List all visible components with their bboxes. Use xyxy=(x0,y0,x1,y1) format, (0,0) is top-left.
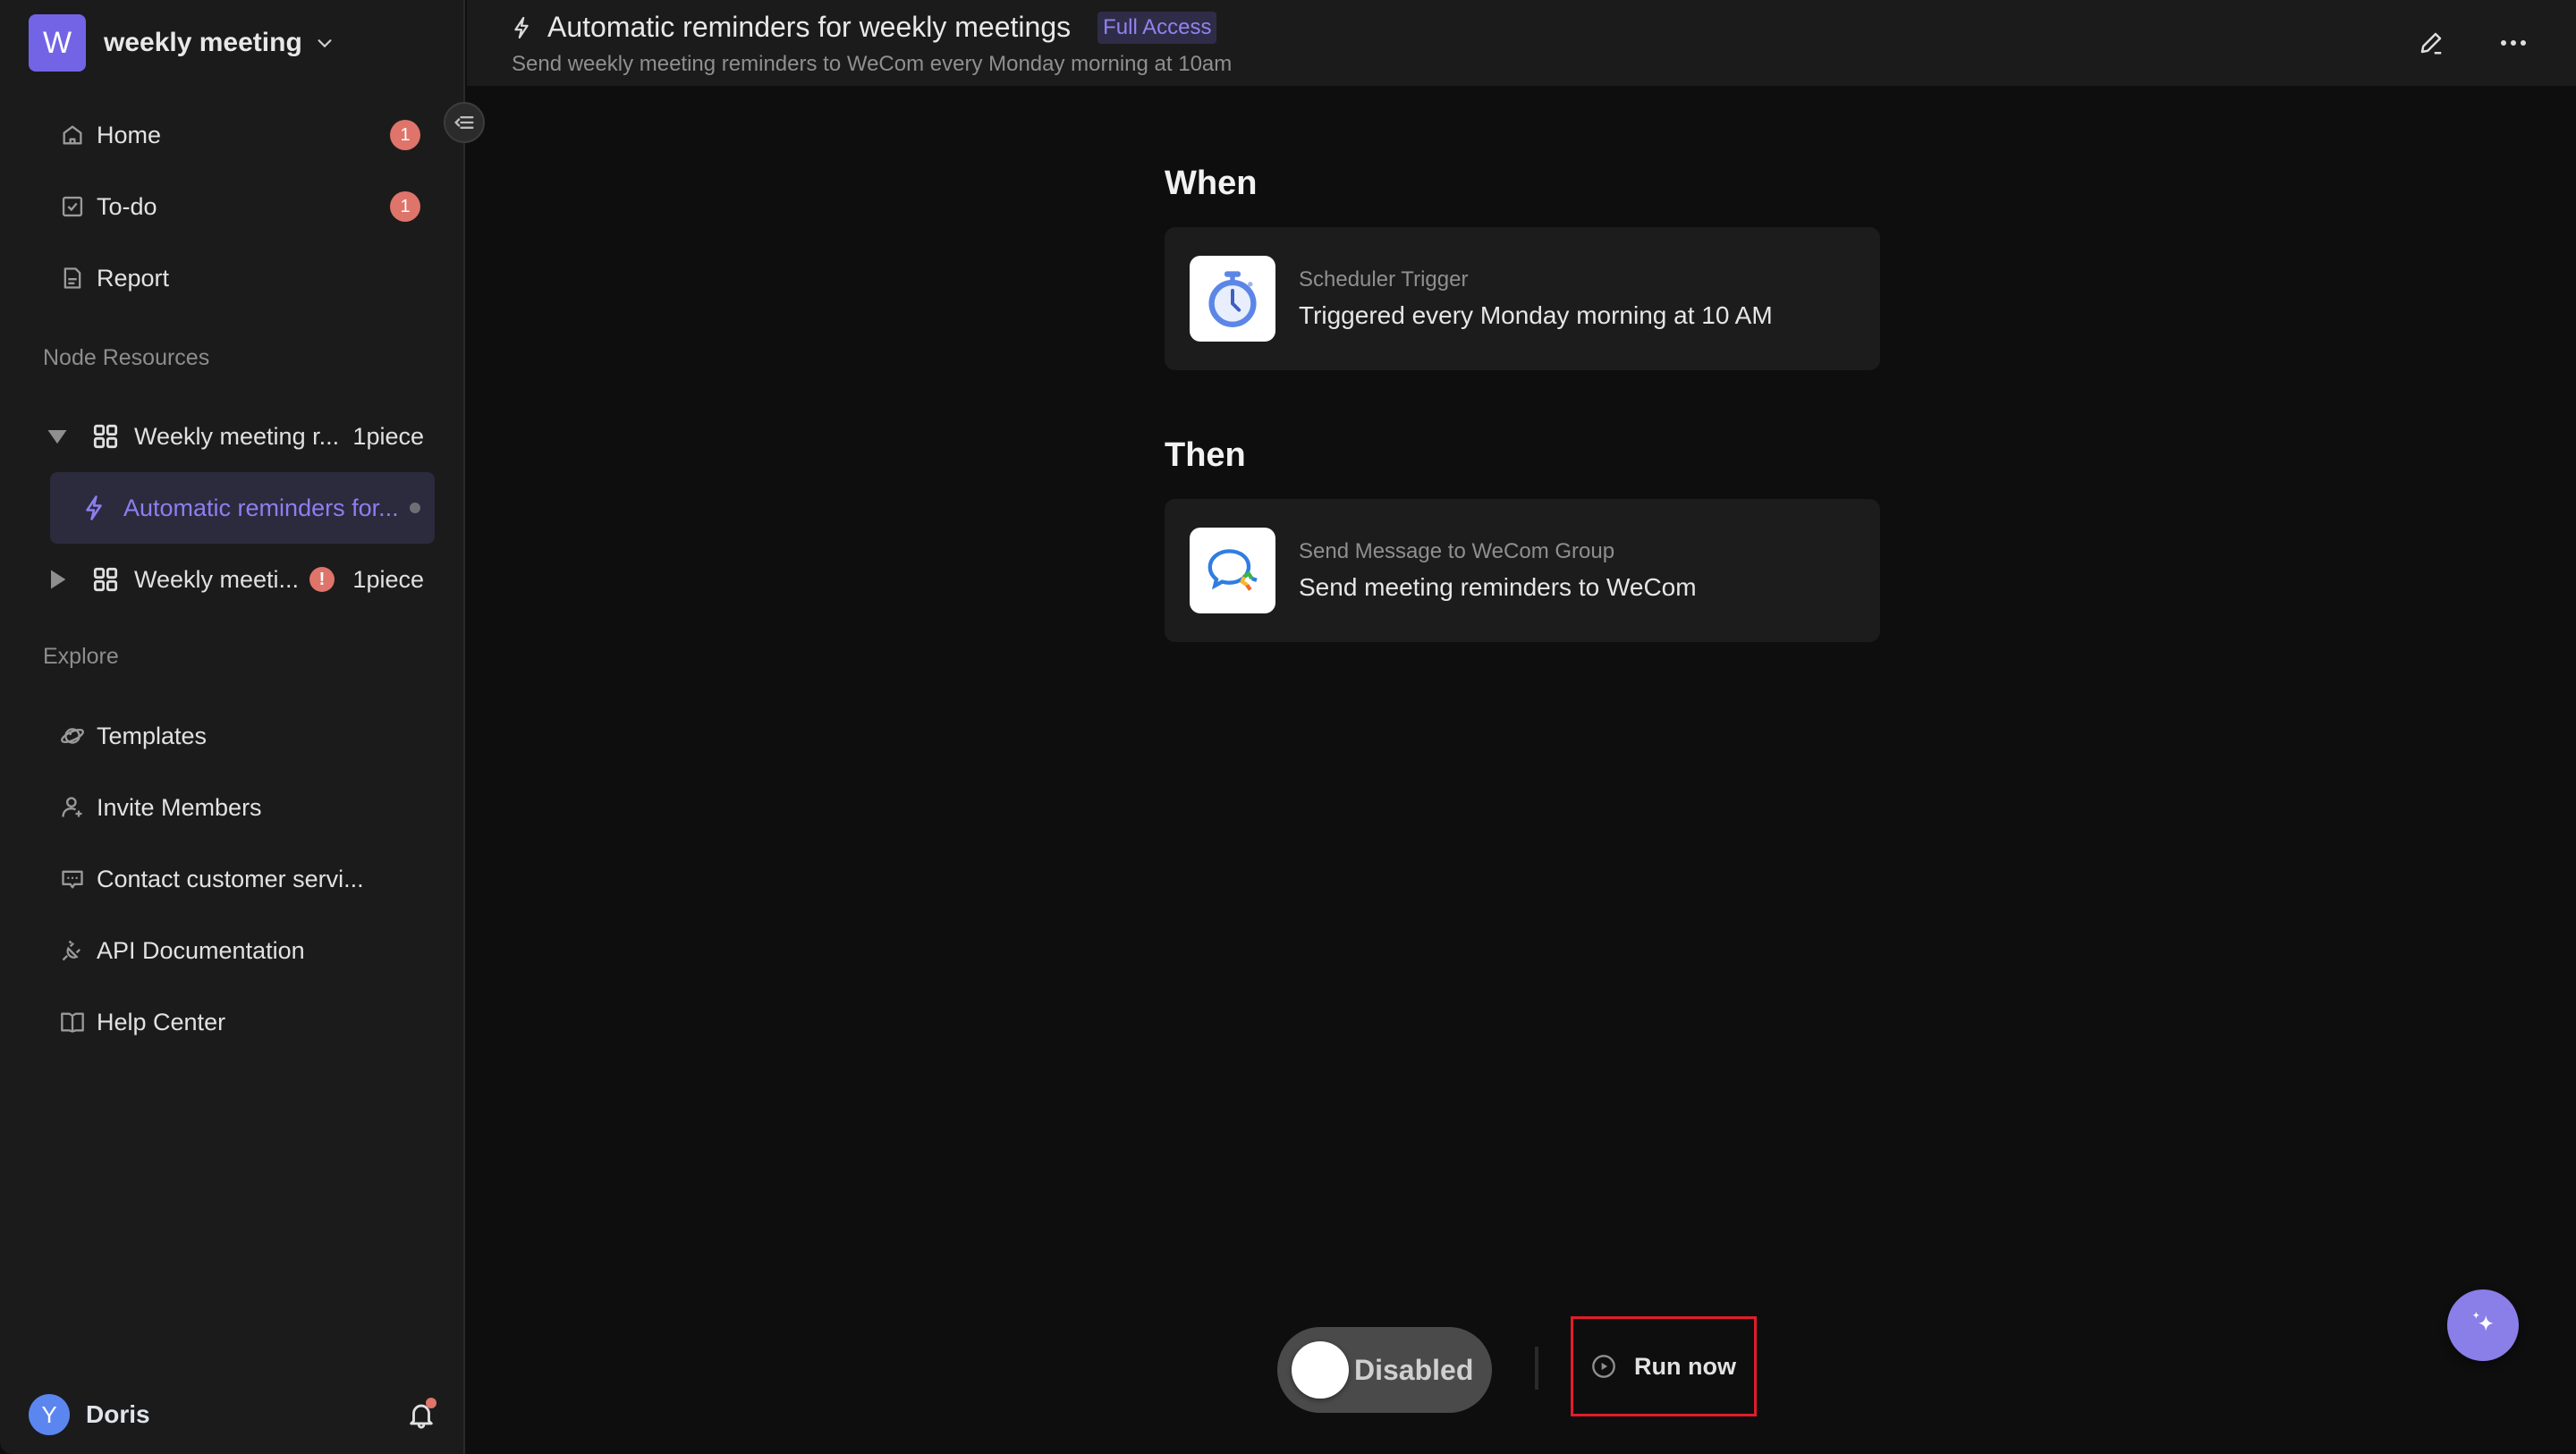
caret-right-icon[interactable] xyxy=(45,567,70,592)
grid-icon xyxy=(93,424,118,449)
run-now-label: Run now xyxy=(1634,1352,1736,1380)
warning-icon: ! xyxy=(309,567,335,592)
folder-label: Weekly meeti... xyxy=(134,565,300,593)
workspace-logo: W xyxy=(29,14,86,72)
sidebar-item-contact-support[interactable]: Contact customer servi... xyxy=(43,852,436,906)
book-icon xyxy=(57,1007,88,1037)
toggle-label: Disabled xyxy=(1354,1353,1474,1386)
tree-item-label: Automatic reminders for... xyxy=(123,494,399,521)
page-subtitle: Send weekly meeting reminders to WeCom e… xyxy=(512,52,1233,76)
sidebar-item-home[interactable]: Home 1 xyxy=(43,108,436,162)
unread-badge: 1 xyxy=(390,120,420,150)
sidebar-item-todo[interactable]: To-do 1 xyxy=(43,180,436,233)
collapse-sidebar-icon xyxy=(454,116,474,129)
bolt-icon xyxy=(86,495,102,520)
page-header: Automatic reminders for weekly meetings … xyxy=(467,0,2576,86)
pencil-icon xyxy=(2420,32,2442,55)
user-plus-icon xyxy=(57,792,88,823)
caret-down-icon[interactable] xyxy=(45,424,70,449)
sidebar-item-label: Invite Members xyxy=(97,793,262,821)
action-type: Send Message to WeCom Group xyxy=(1299,539,1615,563)
unread-badge: 1 xyxy=(390,191,420,222)
sidebar-item-report[interactable]: Report xyxy=(43,251,436,305)
sidebar-item-label: Report xyxy=(97,264,170,292)
sidebar-item-help-center[interactable]: Help Center xyxy=(43,995,436,1049)
notification-dot xyxy=(426,1398,436,1408)
user-name: Doris xyxy=(86,1400,150,1428)
access-badge: Full Access xyxy=(1097,11,1217,44)
sidebar: W weekly meeting Home 1 To-do 1 Report N… xyxy=(0,0,465,1454)
sidebar-item-label: Help Center xyxy=(97,1008,226,1036)
action-description: Send meeting reminders to WeCom xyxy=(1299,573,1697,601)
sidebar-item-templates[interactable]: Templates xyxy=(43,709,436,763)
grid-icon xyxy=(93,567,118,592)
stopwatch-icon xyxy=(1190,256,1275,342)
chevron-down-icon xyxy=(318,39,332,48)
status-dot xyxy=(410,503,420,513)
then-heading: Then xyxy=(1165,436,1246,474)
item-count: 1piece xyxy=(352,422,424,450)
sidebar-item-label: Home xyxy=(97,121,162,148)
edit-button[interactable] xyxy=(2413,25,2449,61)
planet-icon xyxy=(57,721,88,751)
divider xyxy=(1535,1347,1538,1390)
sidebar-item-label: API Documentation xyxy=(97,936,305,964)
action-card[interactable]: Send Message to WeCom Group Send meeting… xyxy=(1165,499,1880,642)
more-icon xyxy=(2501,40,2526,46)
trigger-type: Scheduler Trigger xyxy=(1299,267,1469,292)
checkbox-icon xyxy=(57,191,88,222)
plug-icon xyxy=(57,935,88,966)
play-circle-icon xyxy=(1592,1355,1615,1378)
notifications-button[interactable] xyxy=(406,1398,436,1430)
chat-icon xyxy=(57,864,88,894)
sidebar-item-invite-members[interactable]: Invite Members xyxy=(43,781,436,834)
trigger-card[interactable]: Scheduler Trigger Triggered every Monday… xyxy=(1165,227,1880,370)
workspace-switcher[interactable]: W weekly meeting xyxy=(29,14,335,72)
bolt-icon xyxy=(514,16,529,38)
folder-label: Weekly meeting r... xyxy=(134,422,340,450)
enable-toggle[interactable]: Disabled xyxy=(1277,1327,1492,1413)
document-icon xyxy=(57,263,88,293)
wecom-icon xyxy=(1190,528,1275,613)
avatar: Y xyxy=(29,1394,70,1435)
sidebar-item-api-docs[interactable]: API Documentation xyxy=(43,924,436,977)
run-now-button[interactable]: Run now xyxy=(1571,1316,1757,1416)
ai-assistant-button[interactable] xyxy=(2447,1289,2519,1361)
explore-label: Explore xyxy=(43,644,119,669)
tree-folder[interactable]: Weekly meeting r... 1piece xyxy=(39,404,438,469)
page-title: Automatic reminders for weekly meetings xyxy=(547,11,1072,43)
more-options-button[interactable] xyxy=(2496,25,2531,61)
sidebar-item-label: To-do xyxy=(97,192,157,220)
user-profile[interactable]: Y Doris xyxy=(29,1393,436,1436)
home-icon xyxy=(57,120,88,150)
when-heading: When xyxy=(1165,165,1258,202)
trigger-description: Triggered every Monday morning at 10 AM xyxy=(1299,301,1773,329)
workspace-name: weekly meeting xyxy=(104,28,302,57)
node-resources-label: Node Resources xyxy=(43,345,210,370)
toggle-knob xyxy=(1292,1341,1349,1399)
sidebar-item-label: Contact customer servi... xyxy=(97,865,364,892)
tree-item-selected[interactable]: Automatic reminders for... xyxy=(50,472,435,544)
item-count: 1piece xyxy=(352,565,424,593)
collapse-sidebar-button[interactable] xyxy=(444,102,485,143)
tree-folder[interactable]: Weekly meeti... ! 1piece xyxy=(39,547,438,612)
sidebar-item-label: Templates xyxy=(97,722,208,749)
sparkle-icon xyxy=(2472,1311,2494,1331)
